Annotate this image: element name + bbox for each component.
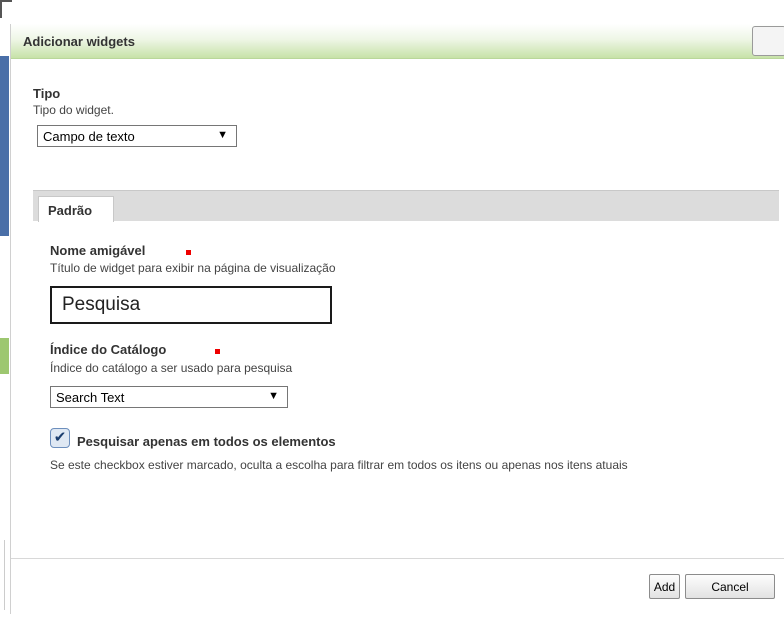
pesquisar-todos-checkbox[interactable]: ✔ (50, 428, 70, 448)
indice-catalogo-select-value: Search Text (56, 390, 125, 405)
dialog-title: Adicionar widgets (23, 34, 135, 49)
background-frame-corner (0, 0, 12, 18)
dialog-close-button[interactable] (752, 26, 784, 56)
background-blue-bar (0, 56, 9, 236)
tab-bar: Padrão (33, 190, 779, 222)
pesquisar-todos-description: Se este checkbox estiver marcado, oculta… (50, 458, 628, 472)
tipo-select[interactable]: Campo de texto ▼ (37, 125, 237, 147)
required-marker-icon (215, 349, 220, 354)
nome-amigavel-input[interactable] (50, 286, 332, 324)
indice-catalogo-label: Índice do Catálogo (50, 342, 167, 357)
footer-divider (11, 558, 784, 559)
required-marker-icon (186, 250, 191, 255)
dialog-titlebar: Adicionar widgets (11, 24, 784, 59)
add-button[interactable]: Add (649, 574, 680, 599)
checkmark-icon: ✔ (53, 429, 67, 446)
tipo-description: Tipo do widget. (33, 103, 114, 117)
tipo-select-value: Campo de texto (43, 129, 135, 144)
cancel-button[interactable]: Cancel (685, 574, 775, 599)
tab-padrao-label: Padrão (48, 203, 93, 218)
background-green-strip (0, 338, 9, 374)
dropdown-arrow-icon: ▼ (268, 390, 279, 402)
tab-padrao[interactable]: Padrão (38, 196, 114, 222)
indice-catalogo-description: Índice do catálogo a ser usado para pesq… (50, 361, 293, 375)
background-edge-line (4, 540, 5, 610)
indice-catalogo-select[interactable]: Search Text ▼ (50, 386, 288, 408)
add-widget-dialog: Adicionar widgets Tipo Tipo do widget. C… (10, 24, 784, 614)
pesquisar-todos-label: Pesquisar apenas em todos os elementos (77, 434, 336, 449)
nome-amigavel-label: Nome amigável (50, 243, 146, 258)
tipo-label: Tipo (33, 86, 61, 101)
dropdown-arrow-icon: ▼ (217, 129, 228, 141)
nome-amigavel-description: Título de widget para exibir na página d… (50, 261, 336, 275)
